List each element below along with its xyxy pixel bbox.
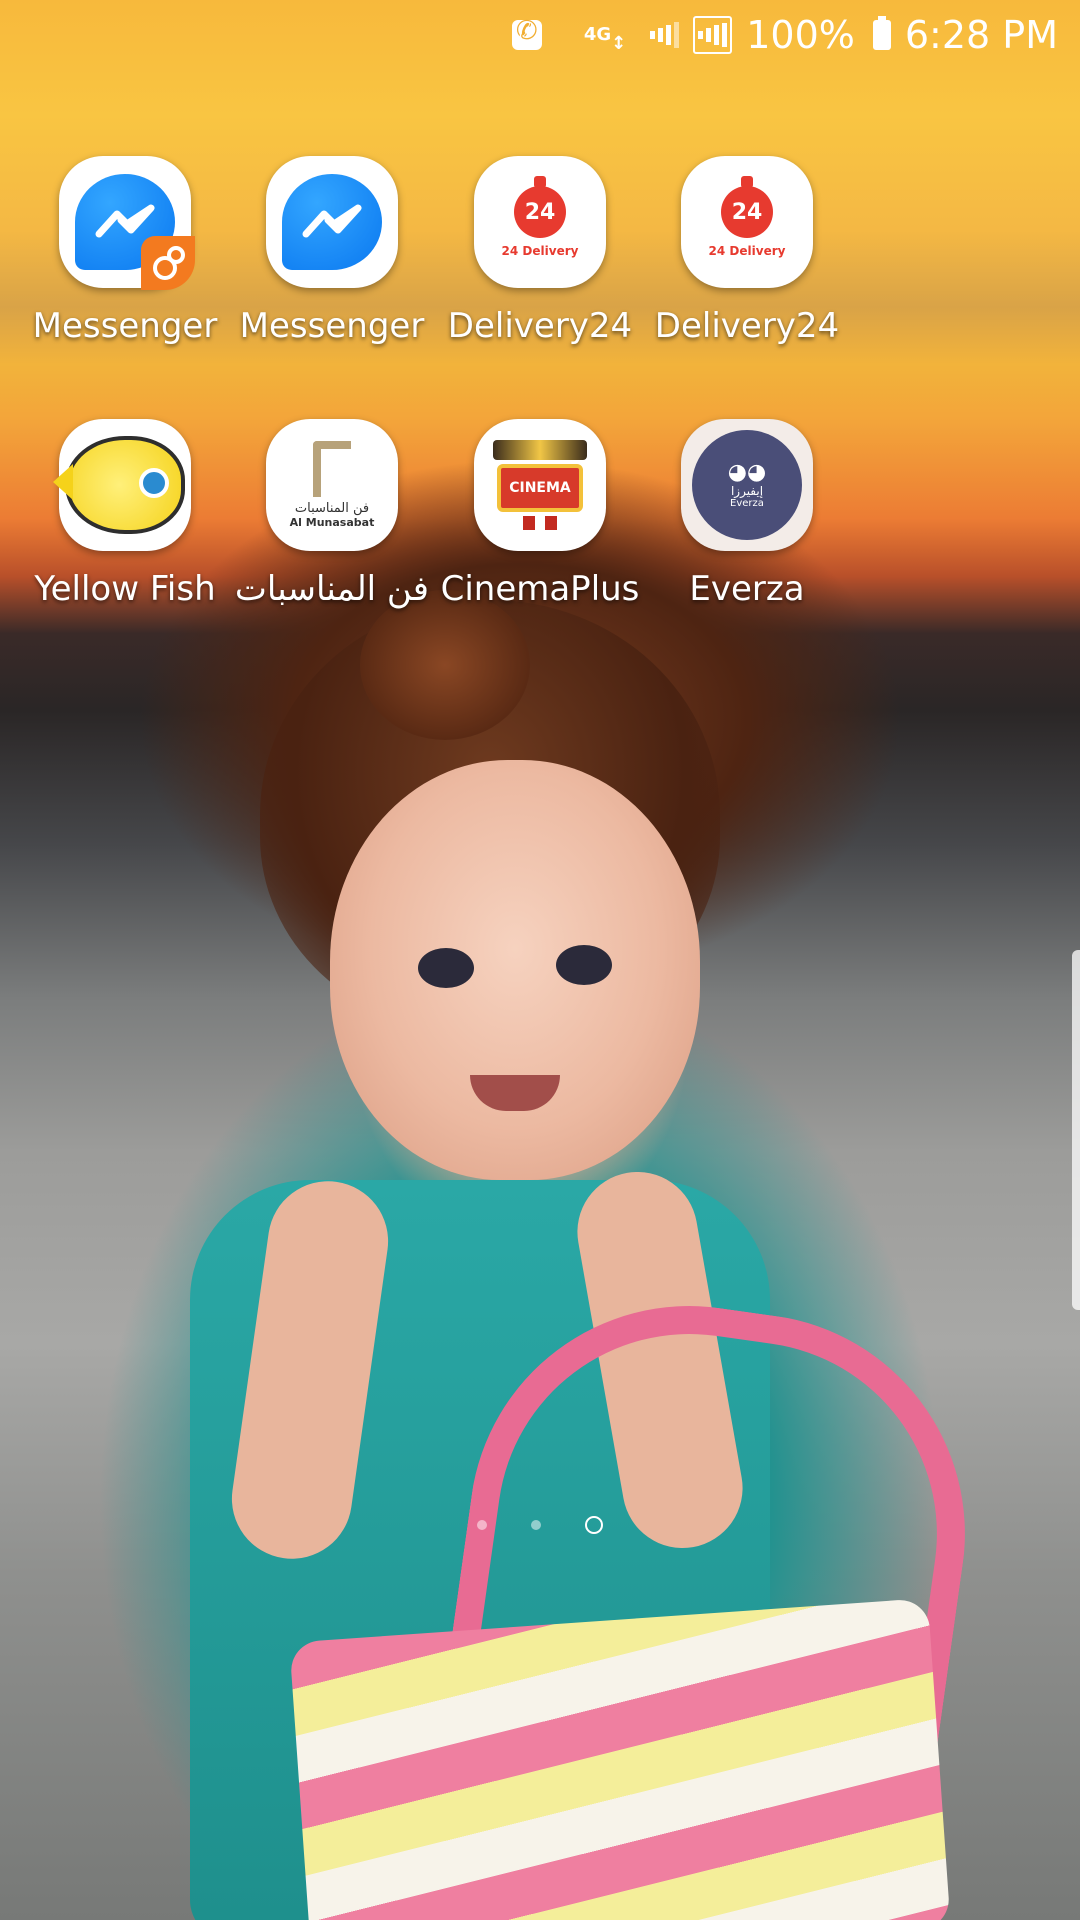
delivery24-icon-text: 24 Delivery: [708, 244, 786, 258]
app-label: Delivery24: [447, 306, 633, 346]
signal-icon: [650, 20, 680, 50]
wallpaper-bag: [289, 1598, 951, 1920]
app-messenger-dual[interactable]: Messenger: [25, 156, 225, 346]
everza-icon[interactable]: ◕◕ إيفيرزا Everza: [681, 419, 813, 551]
dual-messenger-badge-icon: [141, 236, 195, 290]
call-icon: [511, 16, 542, 50]
delivery24-icon[interactable]: 24 24 Delivery: [681, 156, 813, 288]
cinema-logo: CINEMA: [493, 440, 587, 530]
delivery-pin-icon: 24: [721, 176, 773, 238]
messenger-bolt-icon: [302, 204, 362, 238]
app-messenger[interactable]: Messenger: [232, 156, 432, 346]
delivery24-icon-text: 24 Delivery: [501, 244, 579, 258]
page-dot[interactable]: [531, 1520, 541, 1530]
signal-icon: [693, 16, 733, 54]
messenger-logo: [282, 174, 382, 270]
app-label: Yellow Fish: [34, 569, 216, 609]
app-delivery24[interactable]: 24 24 Delivery Delivery24: [440, 156, 640, 346]
film-strip-icon: [493, 440, 587, 460]
munasabat-icon-text-ar: فن المناسبات: [294, 501, 370, 516]
al-munasabat-logo: فن المناسبات Al Munasabat: [289, 441, 375, 529]
network-type-icon: 4G ↕: [583, 24, 627, 54]
delivery24-logo: 24 24 Delivery: [708, 176, 786, 258]
home-screen: 4G↕ 100% 6:28 PM Messenger: [0, 0, 1080, 1920]
battery-icon: [872, 16, 891, 50]
everza-icon-text-en: Everza: [730, 497, 764, 509]
wallpaper-bun: [360, 590, 530, 740]
app-label: Delivery24: [654, 306, 840, 346]
fish-logo: [53, 436, 185, 534]
delivery24-icon[interactable]: 24 24 Delivery: [474, 156, 606, 288]
messenger-bolt-icon: [95, 204, 155, 238]
munasabat-icon-text-en: Al Munasabat: [289, 516, 375, 529]
app-everza[interactable]: ◕◕ إيفيرزا Everza Everza: [647, 419, 847, 609]
cinema-stand-icon: [523, 516, 557, 530]
cinema-sign: CINEMA: [497, 464, 583, 512]
app-label: Everza: [689, 569, 805, 609]
wallpaper-eye: [556, 945, 612, 985]
everza-icon-text-ar: إيفيرزا: [730, 483, 764, 498]
app-yellow-fish[interactable]: Yellow Fish: [25, 419, 225, 609]
wallpaper-face: [330, 760, 700, 1180]
edge-panel-handle[interactable]: [1072, 950, 1080, 1310]
owl-icon: ◕◕: [727, 459, 767, 485]
network-type-label: 4G: [583, 24, 612, 45]
cinema-icon[interactable]: CINEMA: [474, 419, 606, 551]
delivery24-logo: 24 24 Delivery: [501, 176, 579, 258]
delivery-pin-icon: 24: [514, 176, 566, 238]
app-al-munasabat[interactable]: فن المناسبات Al Munasabat فن المناسبات: [232, 419, 432, 609]
al-munasabat-icon[interactable]: فن المناسبات Al Munasabat: [266, 419, 398, 551]
clock: 6:28 PM: [904, 13, 1058, 57]
munasabat-mark-icon: [312, 441, 351, 497]
messenger-icon[interactable]: [266, 156, 398, 288]
app-label: Messenger: [239, 306, 425, 346]
app-label: Messenger: [32, 306, 218, 346]
page-dot[interactable]: [477, 1520, 487, 1530]
app-label: CinemaPlus: [440, 569, 640, 609]
status-bar[interactable]: 4G↕ 100% 6:28 PM: [0, 0, 1080, 70]
app-cinemaplus[interactable]: CINEMA CinemaPlus: [440, 419, 640, 609]
page-indicator[interactable]: [0, 1516, 1080, 1534]
battery-percent: 100%: [746, 13, 855, 57]
everza-logo: ◕◕ إيفيرزا Everza: [692, 430, 802, 540]
wallpaper-eye: [418, 948, 474, 988]
app-delivery24[interactable]: 24 24 Delivery Delivery24: [647, 156, 847, 346]
yellow-fish-icon[interactable]: [53, 419, 191, 551]
messenger-icon[interactable]: [59, 156, 195, 290]
app-label: فن المناسبات: [234, 569, 430, 609]
page-dot-current[interactable]: [585, 1516, 603, 1534]
